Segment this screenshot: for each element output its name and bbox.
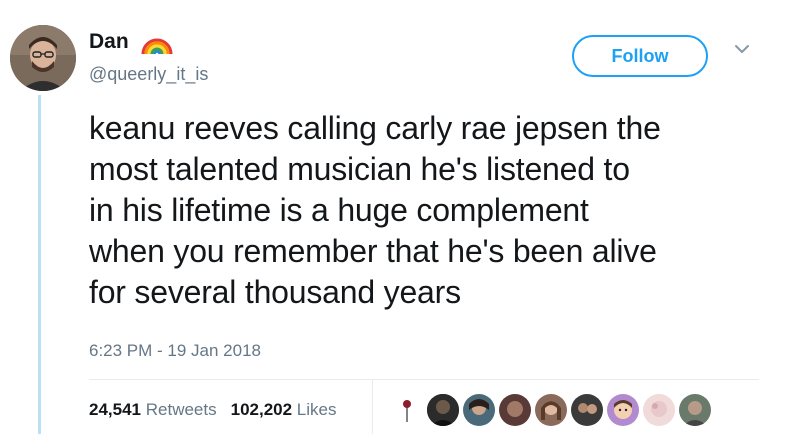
tweet-text: keanu reeves calling carly rae jepsen th…	[89, 108, 779, 313]
chevron-down-icon[interactable]	[733, 40, 751, 58]
liker-avatar[interactable]	[534, 393, 568, 427]
divider	[89, 379, 759, 380]
tweet-text-line: for several thousand years	[89, 274, 461, 310]
liker-avatar[interactable]	[606, 393, 640, 427]
follow-button[interactable]: Follow	[572, 35, 708, 77]
liker-avatar[interactable]	[642, 393, 676, 427]
liker-avatar[interactable]	[426, 393, 460, 427]
tweet-text-line: keanu reeves calling carly rae jepsen th…	[89, 110, 661, 146]
likes-count: 102,202	[230, 400, 293, 419]
tweet-timestamp[interactable]: 6:23 PM - 19 Jan 2018	[89, 341, 261, 361]
tweet-text-line: when you remember that he's been alive	[89, 233, 657, 269]
liker-avatar[interactable]	[570, 393, 604, 427]
retweets-stat[interactable]: 24,541 Retweets	[89, 400, 217, 419]
tweet-card: Dan @queerly_it_is Follow keanu reeves c…	[0, 0, 798, 434]
tweet-stats: 24,541 Retweets 102,202 Likes	[89, 400, 336, 420]
author-display-name[interactable]: Dan	[89, 30, 129, 54]
author-avatar[interactable]	[10, 25, 76, 91]
likes-stat[interactable]: 102,202 Likes	[231, 400, 337, 419]
rainbow-icon	[140, 28, 174, 56]
retweets-label: Retweets	[145, 400, 217, 419]
stats-separator	[372, 380, 373, 434]
tweet-text-line: most talented musician he's listened to	[89, 151, 630, 187]
liker-avatar[interactable]	[678, 393, 712, 427]
liker-avatar[interactable]	[498, 393, 532, 427]
retweets-count: 24,541	[89, 400, 141, 419]
thread-line	[38, 95, 41, 434]
tweet-text-line: in his lifetime is a huge complement	[89, 192, 589, 228]
liker-avatar[interactable]	[462, 393, 496, 427]
likes-label: Likes	[296, 400, 337, 419]
author-handle[interactable]: @queerly_it_is	[89, 64, 208, 84]
liker-avatar-rose[interactable]	[390, 393, 424, 427]
